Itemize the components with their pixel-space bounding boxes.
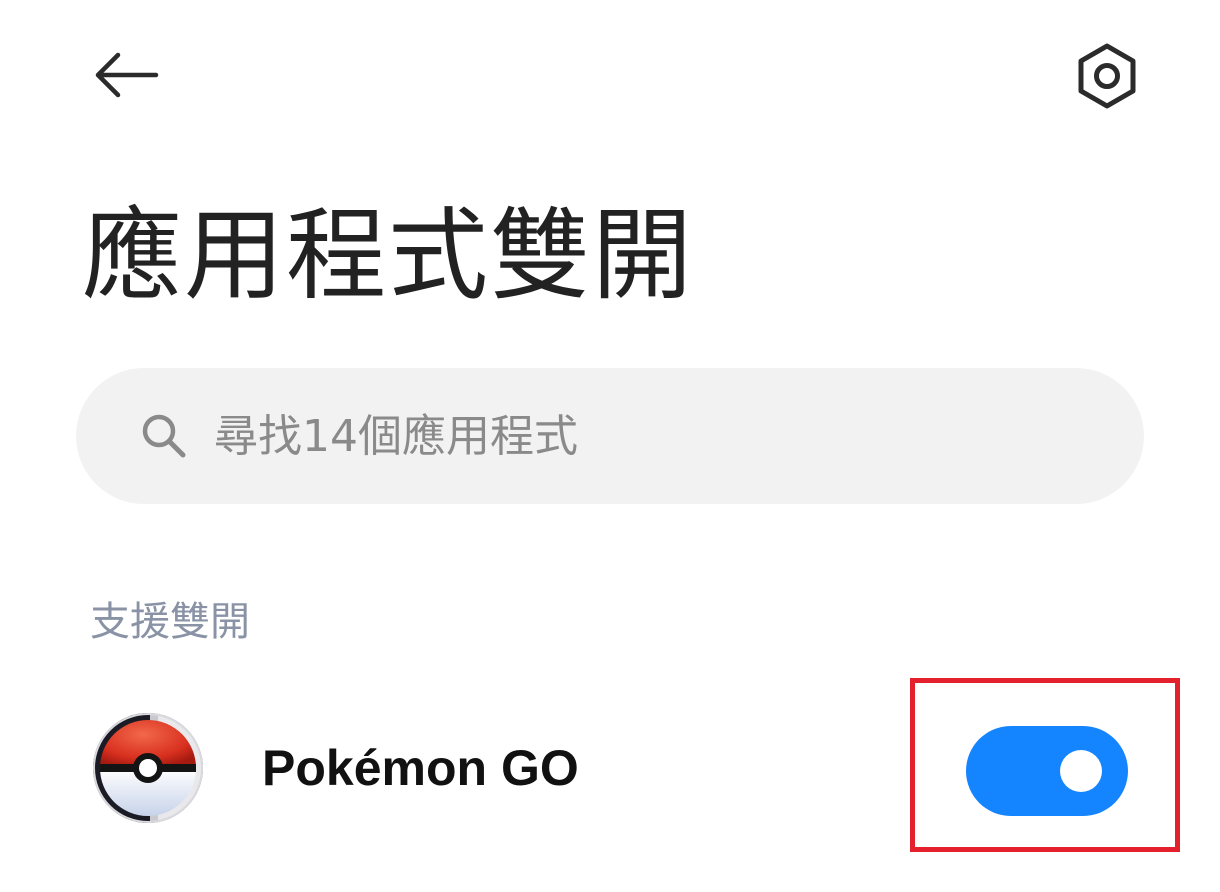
search-icon xyxy=(136,408,192,464)
app-name: Pokémon GO xyxy=(262,740,579,796)
app-list-item: Pokémon GO xyxy=(0,678,1220,860)
dual-app-toggle[interactable] xyxy=(966,726,1128,816)
search-input[interactable] xyxy=(214,401,1034,471)
search-bar[interactable] xyxy=(76,368,1144,504)
hexagon-settings-icon xyxy=(1078,43,1136,109)
pokeball-icon xyxy=(92,712,204,824)
toggle-knob xyxy=(1060,750,1102,792)
top-bar xyxy=(0,0,1220,150)
arrow-left-icon xyxy=(95,52,159,98)
settings-button[interactable] xyxy=(1062,36,1152,116)
back-button[interactable] xyxy=(80,40,170,110)
section-header-supported: 支援雙開 xyxy=(90,599,250,645)
page-title: 應用程式雙開 xyxy=(82,197,694,314)
app-twin-settings-screen: 應用程式雙開 支援雙開 xyxy=(0,0,1220,892)
